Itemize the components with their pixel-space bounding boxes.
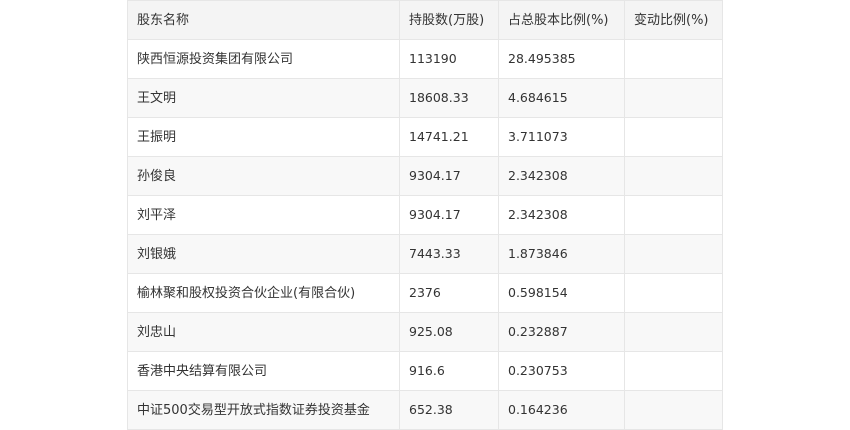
cell-shareholder-name: 榆林聚和股权投资合伙企业(有限合伙)	[127, 273, 400, 313]
table-row: 香港中央结算有限公司 916.6 0.230753	[127, 351, 723, 391]
cell-change-ratio	[624, 195, 723, 235]
cell-share-ratio: 2.342308	[498, 195, 625, 235]
cell-share-ratio: 0.230753	[498, 351, 625, 391]
cell-change-ratio	[624, 156, 723, 196]
table-row: 刘银娥 7443.33 1.873846	[127, 234, 723, 274]
table-row: 王文明 18608.33 4.684615	[127, 78, 723, 118]
header-shares-held: 持股数(万股)	[399, 0, 499, 40]
cell-shares-held: 9304.17	[399, 195, 499, 235]
header-shareholder-name: 股东名称	[127, 0, 400, 40]
cell-shares-held: 113190	[399, 39, 499, 79]
cell-change-ratio	[624, 234, 723, 274]
cell-shareholder-name: 陕西恒源投资集团有限公司	[127, 39, 400, 79]
header-share-ratio: 占总股本比例(%)	[498, 0, 625, 40]
cell-shares-held: 925.08	[399, 312, 499, 352]
cell-share-ratio: 3.711073	[498, 117, 625, 157]
cell-share-ratio: 0.598154	[498, 273, 625, 313]
cell-share-ratio: 28.495385	[498, 39, 625, 79]
cell-shareholder-name: 香港中央结算有限公司	[127, 351, 400, 391]
cell-shares-held: 14741.21	[399, 117, 499, 157]
cell-shares-held: 18608.33	[399, 78, 499, 118]
cell-change-ratio	[624, 78, 723, 118]
cell-shareholder-name: 孙俊良	[127, 156, 400, 196]
cell-shareholder-name: 刘平泽	[127, 195, 400, 235]
cell-shares-held: 7443.33	[399, 234, 499, 274]
cell-shareholder-name: 刘银娥	[127, 234, 400, 274]
table-row: 陕西恒源投资集团有限公司 113190 28.495385	[127, 39, 723, 79]
cell-change-ratio	[624, 351, 723, 391]
table-row: 榆林聚和股权投资合伙企业(有限合伙) 2376 0.598154	[127, 273, 723, 313]
cell-change-ratio	[624, 117, 723, 157]
table-row: 孙俊良 9304.17 2.342308	[127, 156, 723, 196]
shareholder-table: 股东名称 持股数(万股) 占总股本比例(%) 变动比例(%) 陕西恒源投资集团有…	[127, 0, 723, 430]
cell-shares-held: 652.38	[399, 390, 499, 430]
cell-shares-held: 9304.17	[399, 156, 499, 196]
table-row: 中证500交易型开放式指数证券投资基金 652.38 0.164236	[127, 390, 723, 430]
header-change-ratio: 变动比例(%)	[624, 0, 723, 40]
table-row: 刘忠山 925.08 0.232887	[127, 312, 723, 352]
cell-shareholder-name: 王文明	[127, 78, 400, 118]
cell-shares-held: 2376	[399, 273, 499, 313]
cell-share-ratio: 4.684615	[498, 78, 625, 118]
cell-share-ratio: 0.164236	[498, 390, 625, 430]
cell-change-ratio	[624, 312, 723, 352]
cell-share-ratio: 1.873846	[498, 234, 625, 274]
cell-shareholder-name: 王振明	[127, 117, 400, 157]
cell-change-ratio	[624, 390, 723, 430]
cell-change-ratio	[624, 273, 723, 313]
shareholder-table-container: 股东名称 持股数(万股) 占总股本比例(%) 变动比例(%) 陕西恒源投资集团有…	[127, 0, 723, 430]
table-row: 王振明 14741.21 3.711073	[127, 117, 723, 157]
cell-change-ratio	[624, 39, 723, 79]
cell-share-ratio: 0.232887	[498, 312, 625, 352]
cell-shares-held: 916.6	[399, 351, 499, 391]
table-header-row: 股东名称 持股数(万股) 占总股本比例(%) 变动比例(%)	[127, 0, 723, 40]
cell-share-ratio: 2.342308	[498, 156, 625, 196]
table-row: 刘平泽 9304.17 2.342308	[127, 195, 723, 235]
cell-shareholder-name: 刘忠山	[127, 312, 400, 352]
cell-shareholder-name: 中证500交易型开放式指数证券投资基金	[127, 390, 400, 430]
